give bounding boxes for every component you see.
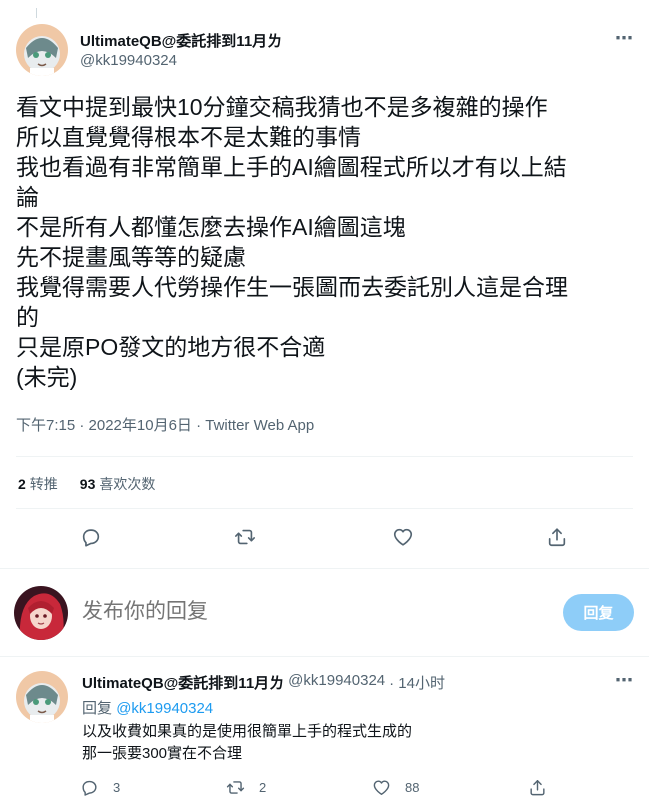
share-button[interactable] [546, 526, 568, 548]
divider [0, 656, 649, 657]
share-button[interactable] [528, 778, 547, 797]
like-button[interactable]: 88 [372, 778, 419, 797]
retweet-stat-label: 转推 [29, 476, 58, 492]
divider [0, 568, 649, 569]
reply-tweet-text: 以及收費如果真的是使用很簡單上手的程式生成的 那一張要300實在不合理 [82, 723, 413, 762]
author-avatar[interactable] [16, 24, 68, 76]
like-count: 93 [79, 476, 96, 492]
reply-button[interactable] [80, 526, 102, 548]
reply-time[interactable]: · 14小时 [389, 672, 445, 693]
retweet-icon [235, 529, 255, 545]
reply-icon [82, 529, 100, 547]
avatar-image [14, 586, 68, 640]
divider [16, 508, 633, 509]
share-icon [530, 780, 545, 796]
reply-author-avatar[interactable] [16, 671, 68, 723]
retweet-button[interactable] [234, 526, 256, 548]
tweet-timestamp[interactable]: 下午7:15 · 2022年10月6日 · Twitter Web App [16, 414, 314, 435]
avatar-image [16, 24, 68, 76]
share-icon [548, 528, 566, 547]
replying-to: 回复 @kk19940324 [82, 697, 213, 718]
replying-to-label: 回复 [82, 700, 113, 717]
author-handle[interactable]: @kk19940324 [80, 52, 177, 69]
author-name[interactable]: UltimateQB@委託排到11月ㄌ [80, 30, 282, 51]
divider [16, 456, 633, 457]
tweet-stats: 2 转推 93 喜欢次数 [18, 474, 155, 494]
like-count: 88 [405, 780, 420, 795]
like-button[interactable] [392, 526, 414, 548]
reply-icon [82, 780, 97, 796]
tweet-text: 看文中提到最快10分鐘交稿我猜也不是多複雜的操作 所以直覺覺得根本不是太難的事情… [16, 94, 568, 390]
reply-author-name[interactable]: UltimateQB@委託排到11月ㄌ [82, 672, 284, 693]
reply-count: 3 [113, 780, 121, 795]
more-icon[interactable]: ⋯ [615, 28, 634, 49]
like-stat-label: 喜欢次数 [99, 476, 156, 492]
current-user-avatar[interactable] [14, 586, 68, 640]
retweet-count: 2 [18, 476, 26, 492]
retweet-icon [226, 781, 245, 794]
reply-author-handle[interactable]: @kk19940324 [288, 672, 385, 693]
like-icon [393, 528, 413, 546]
reply-header: UltimateQB@委託排到11月ㄌ @kk19940324 · 14小时 [82, 672, 445, 693]
reply-input[interactable] [82, 596, 542, 628]
avatar-image [16, 671, 68, 723]
retweet-stat[interactable]: 2 转推 [18, 474, 58, 494]
more-icon[interactable]: ⋯ [615, 670, 634, 691]
like-icon [373, 780, 390, 795]
replying-to-handle[interactable]: @kk19940324 [116, 700, 213, 717]
retweet-count: 2 [259, 780, 267, 795]
retweet-button[interactable]: 2 [226, 778, 266, 797]
reply-submit-button[interactable]: 回复 [563, 594, 634, 631]
top-partial-divider [36, 8, 42, 18]
like-stat[interactable]: 93 喜欢次数 [80, 474, 156, 494]
reply-button[interactable]: 3 [80, 778, 120, 797]
